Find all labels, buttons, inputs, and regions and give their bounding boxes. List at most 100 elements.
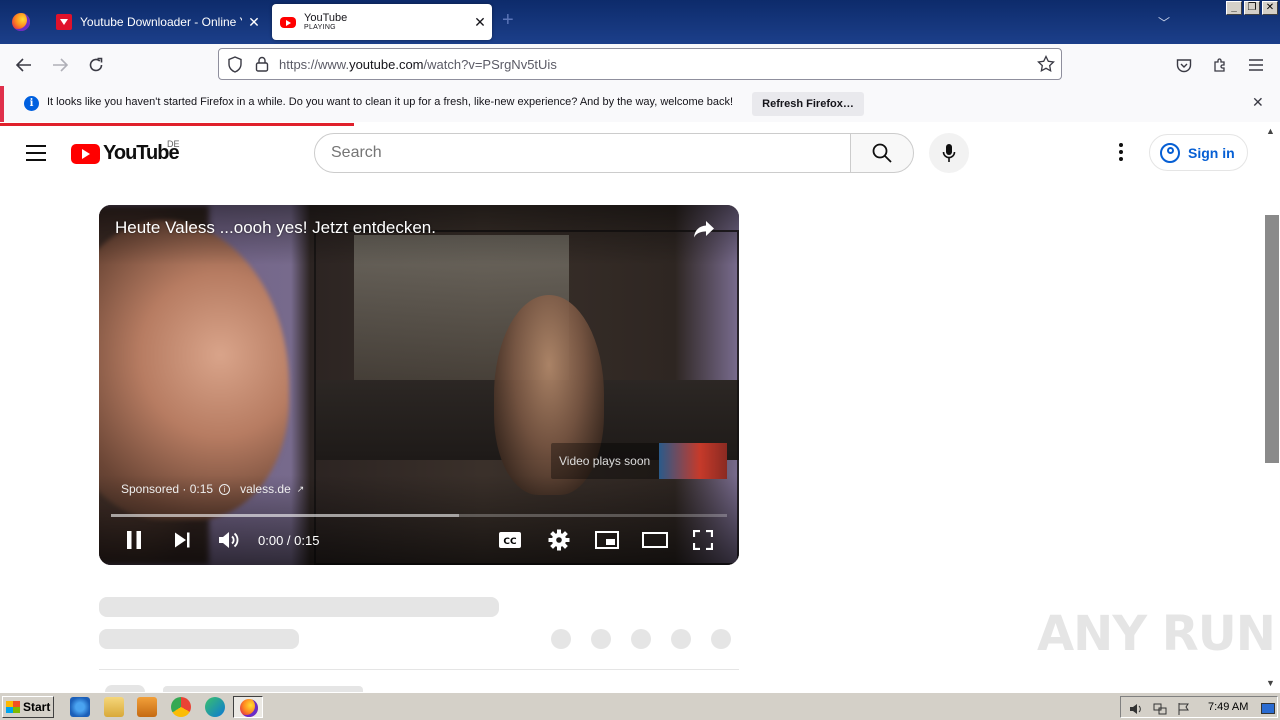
share-arrow-icon[interactable] (693, 219, 715, 239)
list-all-tabs-chevron-icon[interactable]: ﹀ (1158, 14, 1170, 31)
media-player-icon[interactable] (137, 697, 157, 717)
volume-icon (219, 532, 239, 548)
action-center-flag-icon[interactable] (1177, 702, 1191, 715)
next-button[interactable] (169, 528, 195, 552)
app-menu-hamburger-icon[interactable] (1244, 54, 1268, 76)
video-plays-soon-label: Video plays soon (559, 454, 651, 468)
tab-youtube[interactable]: YouTube PLAYING ✕ (272, 4, 492, 40)
window-controls: _ ❐ ✕ (1226, 1, 1278, 15)
tab-title-block: YouTube PLAYING (304, 12, 468, 32)
minimize-button[interactable]: _ (1226, 1, 1242, 15)
theater-mode-icon (642, 532, 668, 548)
scroll-down-arrow-icon[interactable]: ▼ (1266, 678, 1275, 688)
sponsored-label: Sponsored · 0:15 (121, 482, 214, 496)
action-skeleton (631, 629, 651, 649)
bookmark-star-icon[interactable] (1037, 54, 1055, 78)
anyrun-watermark: ANY RUN (1037, 606, 1276, 662)
pause-button[interactable] (121, 528, 147, 552)
theater-mode-button[interactable] (641, 528, 669, 552)
gear-icon (548, 529, 570, 551)
progress-bar[interactable] (111, 514, 727, 517)
action-skeleton (551, 629, 571, 649)
microphone-icon (942, 144, 956, 162)
firefox-icon (240, 699, 258, 717)
url-text: https://www.youtube.com/watch?v=PSrgNv5t… (279, 57, 557, 72)
action-skeleton (671, 629, 691, 649)
volume-tray-icon[interactable] (1129, 702, 1143, 714)
page-load-progress-bar (0, 123, 354, 126)
network-tray-icon[interactable] (1153, 702, 1167, 715)
account-icon (1160, 142, 1180, 163)
mute-button[interactable] (215, 528, 243, 552)
forward-arrow-icon[interactable] (48, 54, 72, 76)
progress-buffered (111, 514, 460, 517)
url-path: /watch?v=PSrgNv5tUis (423, 56, 557, 72)
refresh-firefox-button[interactable]: Refresh Firefox… (752, 92, 864, 116)
tab-playing-label: PLAYING (304, 24, 336, 31)
notification-message: It looks like you haven't started Firefo… (47, 96, 734, 108)
start-button[interactable]: Start (2, 696, 54, 718)
tab-title: YouTube (304, 12, 348, 24)
scrollbar-thumb[interactable] (1265, 215, 1279, 463)
next-video-thumbnail (659, 443, 727, 479)
advertiser-link[interactable]: valess.de (240, 482, 291, 496)
lock-icon[interactable] (255, 56, 269, 77)
close-tab-icon[interactable]: ✕ (242, 14, 266, 31)
show-desktop-icon[interactable] (1261, 702, 1275, 714)
ad-badge: Sponsored · 0:15 i valess.de ↗ (121, 482, 304, 496)
miniplayer-button[interactable] (593, 528, 621, 552)
tab-youtube-downloader[interactable]: Youtube Downloader - Online Youtu ✕ (48, 4, 266, 40)
country-code: DE (167, 139, 180, 149)
sign-in-button[interactable]: Sign in (1149, 134, 1248, 171)
pause-icon (127, 531, 141, 549)
info-icon: i (24, 96, 39, 111)
edge-icon[interactable] (205, 697, 225, 717)
system-tray (1120, 696, 1278, 718)
ad-info-icon[interactable]: i (219, 483, 231, 495)
firefox-taskbar-button[interactable] (233, 696, 263, 718)
close-window-button[interactable]: ✕ (1262, 1, 1278, 15)
skip-next-icon (175, 532, 190, 548)
start-label: Start (23, 700, 51, 714)
youtube-logo[interactable]: YouTube (71, 142, 180, 165)
chrome-icon[interactable] (171, 697, 191, 717)
action-skeleton (711, 629, 731, 649)
url-prefix: https://www. (279, 56, 350, 72)
address-bar[interactable]: https://www.youtube.com/watch?v=PSrgNv5t… (218, 48, 1062, 80)
restore-button[interactable]: ❐ (1244, 1, 1260, 15)
fullscreen-icon (693, 530, 713, 550)
back-arrow-icon[interactable] (12, 54, 36, 76)
action-skeleton (591, 629, 611, 649)
search-input[interactable] (314, 133, 851, 173)
settings-more-icon[interactable] (1114, 143, 1128, 164)
close-notification-icon[interactable]: ✕ (1252, 94, 1264, 111)
firefox-view-button[interactable] (0, 0, 42, 44)
extensions-puzzle-icon[interactable] (1208, 54, 1232, 76)
tracking-protection-shield-icon[interactable] (227, 56, 243, 78)
reload-icon[interactable] (84, 54, 108, 76)
external-link-icon: ↗ (296, 483, 305, 494)
svg-text:CC: CC (503, 537, 517, 547)
navigation-toolbar: https://www.youtube.com/watch?v=PSrgNv5t… (0, 44, 1280, 86)
voice-search-button[interactable] (929, 133, 969, 173)
clock: 7:49 AM (1208, 701, 1249, 713)
scroll-up-arrow-icon[interactable]: ▲ (1266, 126, 1275, 136)
subtitles-button[interactable]: CC (497, 528, 523, 552)
ad-video-title[interactable]: Heute Valess ...oooh yes! Jetzt entdecke… (115, 218, 436, 238)
download-favicon-icon (56, 14, 72, 30)
video-player[interactable]: Heute Valess ...oooh yes! Jetzt entdecke… (99, 205, 739, 565)
divider (99, 669, 739, 670)
pocket-icon[interactable] (1172, 54, 1196, 76)
avatar-skeleton (105, 685, 145, 692)
fullscreen-button[interactable] (689, 528, 717, 552)
close-tab-icon[interactable]: ✕ (468, 14, 492, 31)
search-button[interactable] (850, 133, 914, 173)
guide-menu-icon[interactable] (26, 145, 46, 166)
new-tab-button[interactable]: + (502, 10, 514, 30)
file-explorer-icon[interactable] (104, 697, 124, 717)
up-next-preview[interactable]: Video plays soon (551, 443, 727, 479)
settings-button[interactable] (546, 528, 572, 552)
internet-explorer-icon[interactable] (70, 697, 90, 717)
windows-taskbar: Start 7:49 AM (0, 692, 1280, 720)
windows-logo-icon (6, 701, 20, 713)
